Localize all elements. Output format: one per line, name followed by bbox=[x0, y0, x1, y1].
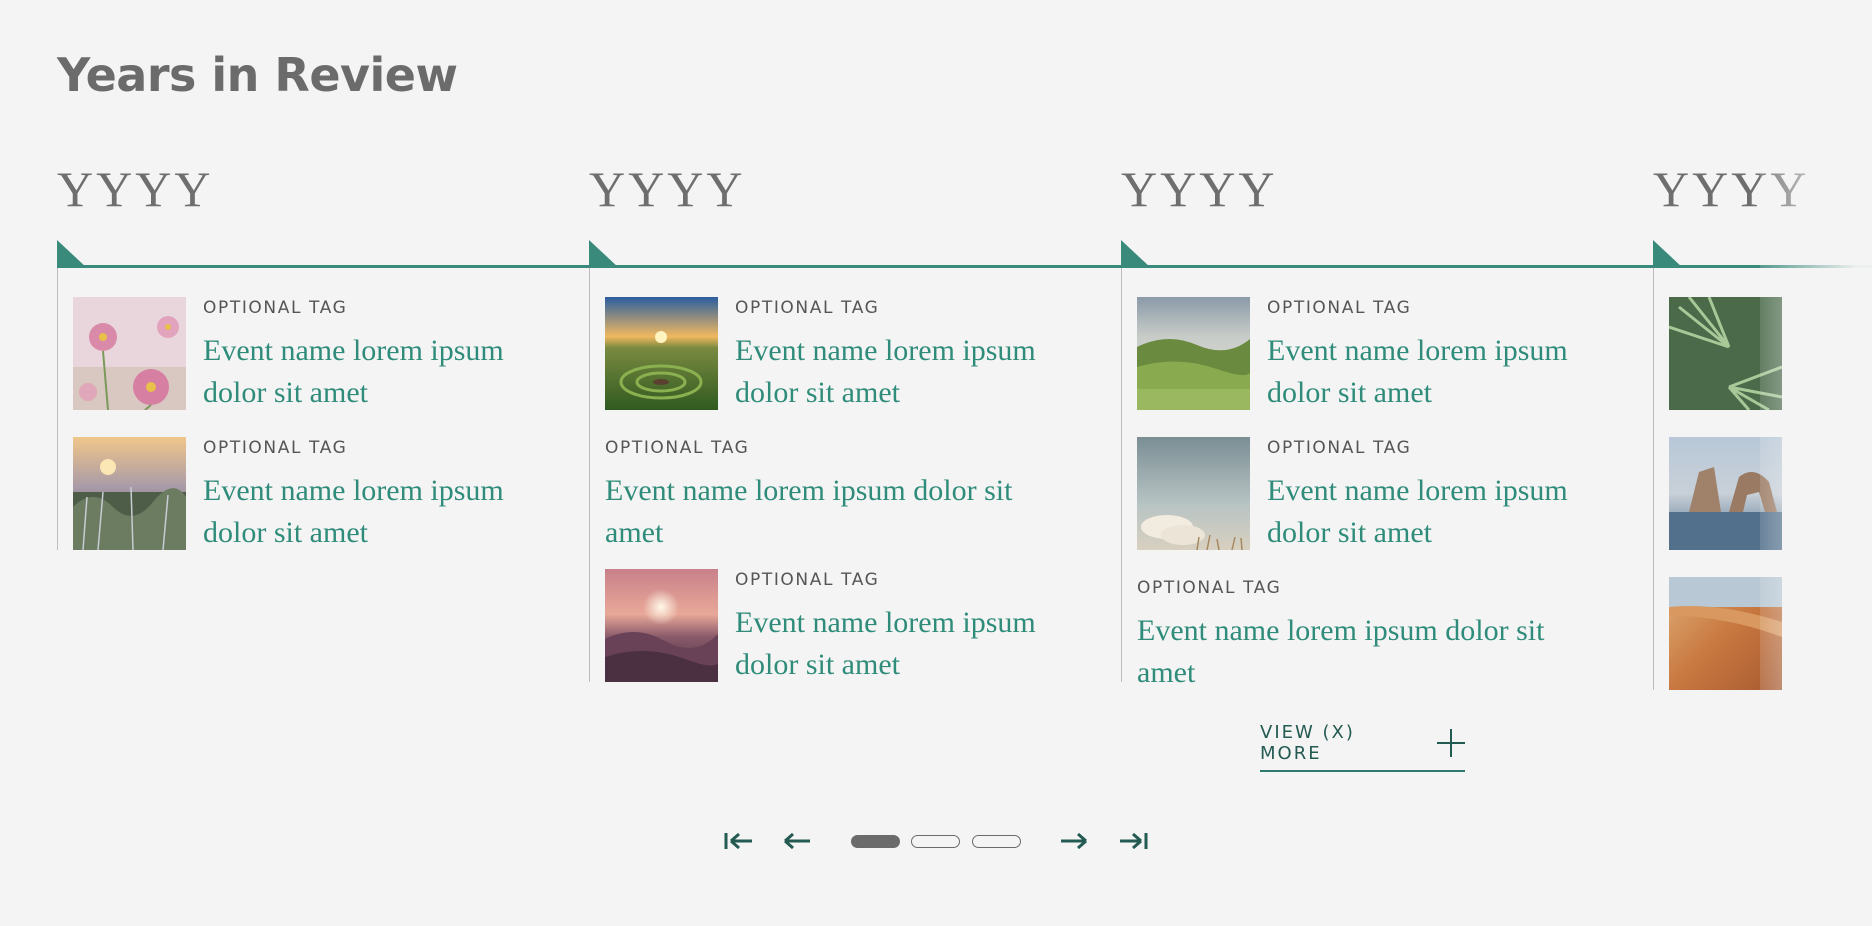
event-image bbox=[1669, 297, 1782, 410]
event-image bbox=[1669, 577, 1782, 690]
event-name-link[interactable]: Event name lorem ipsum dolor sit amet bbox=[735, 330, 1075, 414]
event-image bbox=[1137, 437, 1250, 550]
event-name-link[interactable]: Event name lorem ipsum dolor sit amet bbox=[1267, 330, 1607, 414]
column-divider bbox=[1653, 268, 1654, 690]
event-tag: OPTIONAL TAG bbox=[605, 438, 750, 458]
timeline-rule bbox=[1653, 265, 1872, 268]
event-tag: OPTIONAL TAG bbox=[1267, 298, 1412, 318]
page-dot-3[interactable] bbox=[972, 835, 1021, 848]
event-tag: OPTIONAL TAG bbox=[735, 570, 880, 590]
event-tag: OPTIONAL TAG bbox=[1137, 578, 1282, 598]
year-label: YYYY bbox=[1121, 161, 1278, 217]
column-divider bbox=[1121, 268, 1122, 682]
event-name-link[interactable]: Event name lorem ipsum dolor sit amet bbox=[203, 330, 543, 414]
year-label: YYYY bbox=[589, 161, 746, 217]
event-image bbox=[605, 569, 718, 682]
event-name-link[interactable]: Event name lorem ipsum dolor sit amet bbox=[735, 602, 1075, 686]
event-item[interactable]: OPTIONAL TAG Event name lorem ipsum dolo… bbox=[73, 437, 543, 554]
arrow-left-icon[interactable] bbox=[780, 830, 812, 852]
event-name-link[interactable]: Event name lorem ipsum dolor sit amet bbox=[605, 470, 1035, 554]
event-name-link[interactable]: Event name lorem ipsum dolor sit amet bbox=[1137, 610, 1567, 694]
event-tag: OPTIONAL TAG bbox=[203, 438, 348, 458]
year-label: YYYY bbox=[1653, 161, 1810, 217]
timeline-rule bbox=[589, 265, 1122, 268]
event-item[interactable]: OPTIONAL TAG Event name lorem ipsum dolo… bbox=[73, 297, 543, 414]
timeline-marker bbox=[1121, 240, 1151, 268]
event-item[interactable]: OPTIONAL TAG Event name lorem ipsum dolo… bbox=[1137, 437, 1607, 554]
event-item[interactable]: OPTIONAL TAG Event name lorem ipsum dolo… bbox=[1137, 577, 1567, 694]
arrow-right-icon[interactable] bbox=[1059, 830, 1091, 852]
timeline-marker bbox=[1653, 240, 1683, 268]
event-item[interactable]: OPTIONAL TAG Event name lorem ipsum dolo… bbox=[605, 297, 1075, 414]
skip-last-icon[interactable] bbox=[1117, 830, 1149, 852]
event-item[interactable] bbox=[1669, 577, 1872, 690]
event-name-link[interactable]: Event name lorem ipsum dolor sit amet bbox=[1267, 470, 1607, 554]
event-image bbox=[1137, 297, 1250, 410]
event-tag: OPTIONAL TAG bbox=[1267, 438, 1412, 458]
event-image bbox=[73, 297, 186, 410]
page-dot-2[interactable] bbox=[911, 835, 960, 848]
event-tag: OPTIONAL TAG bbox=[735, 298, 880, 318]
column-divider bbox=[57, 268, 58, 550]
timeline-marker bbox=[57, 240, 87, 268]
column-divider bbox=[589, 268, 590, 682]
event-item[interactable]: OPTIONAL TAG Event name lorem ipsum dolo… bbox=[605, 437, 1035, 554]
view-more-label: VIEW (X) MORE bbox=[1260, 722, 1355, 764]
timeline-viewport: YYYY OPTIONAL TAG Event name lorem ipsum… bbox=[0, 150, 1872, 710]
event-item[interactable] bbox=[1669, 297, 1872, 410]
timeline-rule bbox=[1121, 265, 1654, 268]
event-name-link[interactable]: Event name lorem ipsum dolor sit amet bbox=[203, 470, 543, 554]
page-dot-1[interactable] bbox=[851, 835, 900, 848]
event-item[interactable]: OPTIONAL TAG Event name lorem ipsum dolo… bbox=[605, 569, 1075, 686]
event-item[interactable] bbox=[1669, 437, 1872, 550]
event-tag: OPTIONAL TAG bbox=[203, 298, 348, 318]
year-label: YYYY bbox=[57, 161, 214, 217]
event-image bbox=[605, 297, 718, 410]
plus-icon bbox=[1436, 728, 1466, 758]
event-image bbox=[73, 437, 186, 550]
skip-first-icon[interactable] bbox=[723, 830, 755, 852]
view-more-button[interactable]: VIEW (X) MORE bbox=[1260, 716, 1465, 772]
event-item[interactable]: OPTIONAL TAG Event name lorem ipsum dolo… bbox=[1137, 297, 1607, 414]
event-image bbox=[1669, 437, 1782, 550]
timeline-rule bbox=[57, 265, 590, 268]
timeline-marker bbox=[589, 240, 619, 268]
page-title: Years in Review bbox=[57, 48, 458, 102]
